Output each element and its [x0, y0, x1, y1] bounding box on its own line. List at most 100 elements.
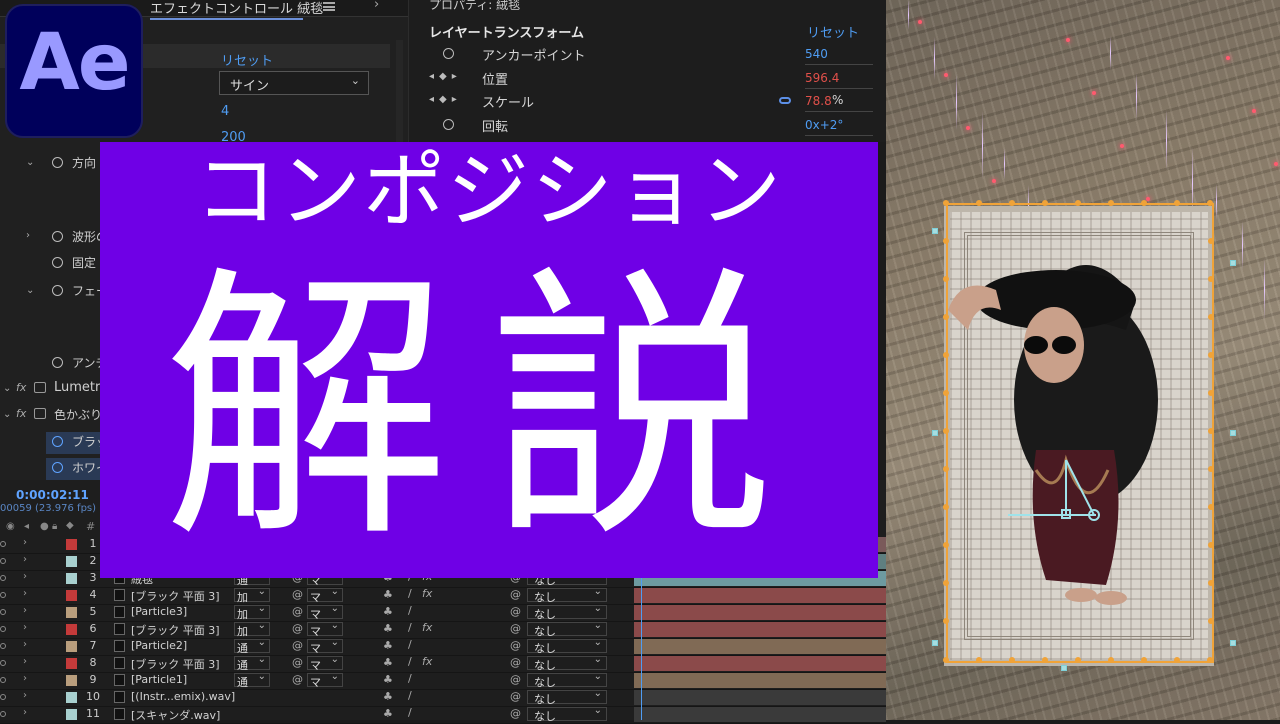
timeline-layer-row[interactable]: › 11 [スキャンダ.wav] ♣ / @ なし	[0, 705, 886, 724]
transform-handle[interactable]	[1208, 466, 1214, 472]
layer-name[interactable]: [Particle2]	[131, 639, 187, 652]
stopwatch-icon[interactable]	[52, 462, 63, 473]
layer-twisty-icon[interactable]: ›	[23, 673, 27, 684]
transform-handle[interactable]	[943, 314, 949, 320]
preserve-alpha-icon[interactable]: @	[292, 588, 303, 601]
parent-pickwhip-icon[interactable]: @	[510, 656, 521, 669]
transform-handle[interactable]	[1075, 200, 1081, 206]
twisty-icon[interactable]: ⌄	[26, 285, 34, 296]
quality-switch-icon[interactable]: /	[408, 672, 412, 685]
layer-label-color[interactable]	[66, 573, 77, 584]
blend-mode-select[interactable]: 通	[234, 654, 270, 672]
timeline-layer-row[interactable]: › 9 [Particle1] 通 @ マ ♣ / @ なし	[0, 671, 886, 690]
parent-select[interactable]: なし	[527, 705, 607, 723]
stopwatch-icon[interactable]	[52, 436, 63, 447]
transform-handle[interactable]	[1208, 580, 1214, 586]
stopwatch-icon[interactable]	[52, 285, 63, 296]
track-matte-select[interactable]: マ	[307, 620, 343, 638]
quality-switch-icon[interactable]: /	[408, 638, 412, 651]
effect-reset-link[interactable]: リセット	[221, 50, 273, 69]
prop-scale-value[interactable]: 78.8	[805, 94, 832, 108]
layer-duration-bar[interactable]	[634, 622, 886, 637]
timeline-layer-row[interactable]: › 5 [Particle3] 加 @ マ ♣ / @ なし	[0, 603, 886, 622]
layer-name[interactable]: [Particle3]	[131, 605, 187, 618]
layer-label-color[interactable]	[66, 590, 77, 601]
transform-handle[interactable]	[1208, 504, 1214, 510]
parent-select[interactable]: なし	[527, 586, 607, 604]
layer-label-color[interactable]	[66, 675, 77, 686]
transform-handle[interactable]	[1141, 657, 1147, 663]
transform-handle[interactable]	[943, 618, 949, 624]
transform-handle[interactable]	[943, 200, 949, 206]
transform-handle[interactable]	[943, 466, 949, 472]
shy-switch-icon[interactable]: ♣	[383, 656, 393, 669]
panel-close-icon[interactable]: ›	[374, 0, 379, 12]
layer-twisty-icon[interactable]: ›	[23, 588, 27, 599]
twisty-icon[interactable]: ⌄	[3, 383, 11, 394]
constrain-proportions-icon[interactable]	[779, 97, 791, 104]
quality-switch-icon[interactable]: /	[408, 689, 412, 702]
stopwatch-icon[interactable]	[443, 119, 454, 130]
composition-viewer[interactable]	[886, 0, 1280, 720]
quality-switch-icon[interactable]: /	[408, 587, 412, 600]
transform-handle[interactable]	[943, 580, 949, 586]
parent-pickwhip-icon[interactable]: @	[510, 690, 521, 703]
shy-switch-icon[interactable]: ♣	[383, 622, 393, 635]
timeline-timecode[interactable]: 0:00:02:11	[16, 488, 89, 502]
layer-twisty-icon[interactable]: ›	[23, 707, 27, 718]
layer-twisty-icon[interactable]: ›	[23, 656, 27, 667]
transform-handle[interactable]	[1009, 200, 1015, 206]
fx-switch-icon[interactable]: fx	[422, 587, 432, 600]
transform-handle[interactable]	[1075, 657, 1081, 663]
preserve-alpha-icon[interactable]: @	[292, 656, 303, 669]
fx-switch-icon[interactable]: fx	[422, 621, 432, 634]
effect-tint[interactable]: 色かぶり	[54, 406, 102, 423]
visibility-eye-icon[interactable]	[0, 541, 6, 547]
layer-twisty-icon[interactable]: ›	[23, 690, 27, 701]
twisty-icon[interactable]: ⌄	[3, 409, 11, 420]
stopwatch-icon[interactable]	[52, 157, 63, 168]
layer-duration-bar[interactable]	[634, 639, 886, 654]
blend-mode-select[interactable]: 通	[234, 671, 270, 689]
fx-switch-icon[interactable]: fx	[422, 655, 432, 668]
layer-duration-bar[interactable]	[634, 656, 886, 671]
blend-mode-select[interactable]: 加	[234, 603, 270, 621]
mask-vertex[interactable]	[1230, 260, 1236, 266]
parent-pickwhip-icon[interactable]: @	[510, 707, 521, 720]
layer-duration-bar[interactable]	[634, 588, 886, 603]
mask-vertex[interactable]	[932, 430, 938, 436]
visibility-eye-icon[interactable]	[0, 558, 6, 564]
timeline-layer-row[interactable]: › 6 [ブラック 平面 3] 加 @ マ ♣ / fx @ なし	[0, 620, 886, 639]
mask-vertex[interactable]	[1230, 430, 1236, 436]
shy-switch-icon[interactable]: ♣	[383, 707, 393, 720]
timeline-layer-row[interactable]: › 8 [ブラック 平面 3] 通 @ マ ♣ / fx @ なし	[0, 654, 886, 673]
transform-handle[interactable]	[943, 238, 949, 244]
layer-duration-bar[interactable]	[634, 673, 886, 688]
layer-name[interactable]: [ブラック 平面 3]	[131, 588, 220, 604]
prop-position-value[interactable]: 596.4	[805, 71, 839, 85]
layer-duration-bar[interactable]	[634, 690, 886, 705]
layer-label-color[interactable]	[66, 607, 77, 618]
preserve-alpha-icon[interactable]: @	[292, 605, 303, 618]
parent-pickwhip-icon[interactable]: @	[510, 588, 521, 601]
layer-name[interactable]: [スキャンダ.wav]	[131, 707, 220, 723]
visibility-eye-icon[interactable]	[0, 677, 6, 683]
layer-name[interactable]: [Particle1]	[131, 673, 187, 686]
prop-rotation-value[interactable]: 0x+2°	[805, 118, 843, 132]
layer-twisty-icon[interactable]: ›	[23, 554, 27, 565]
transform-handle[interactable]	[1042, 200, 1048, 206]
shy-switch-icon[interactable]: ♣	[383, 639, 393, 652]
shy-switch-icon[interactable]: ♣	[383, 605, 393, 618]
transform-handle[interactable]	[1208, 352, 1214, 358]
transform-handle[interactable]	[976, 200, 982, 206]
transform-handle[interactable]	[943, 428, 949, 434]
layer-label-color[interactable]	[66, 641, 77, 652]
visibility-eye-icon[interactable]	[0, 711, 6, 717]
layer-twisty-icon[interactable]: ›	[23, 571, 27, 582]
twisty-icon[interactable]: ›	[26, 230, 30, 241]
transform-handle[interactable]	[1174, 200, 1180, 206]
preserve-alpha-icon[interactable]: @	[292, 639, 303, 652]
fx-icon[interactable]: fx	[16, 381, 26, 394]
blend-mode-select[interactable]: 加	[234, 620, 270, 638]
effect-controls-tab[interactable]: エフェクトコントロール 絨毯	[150, 0, 323, 20]
